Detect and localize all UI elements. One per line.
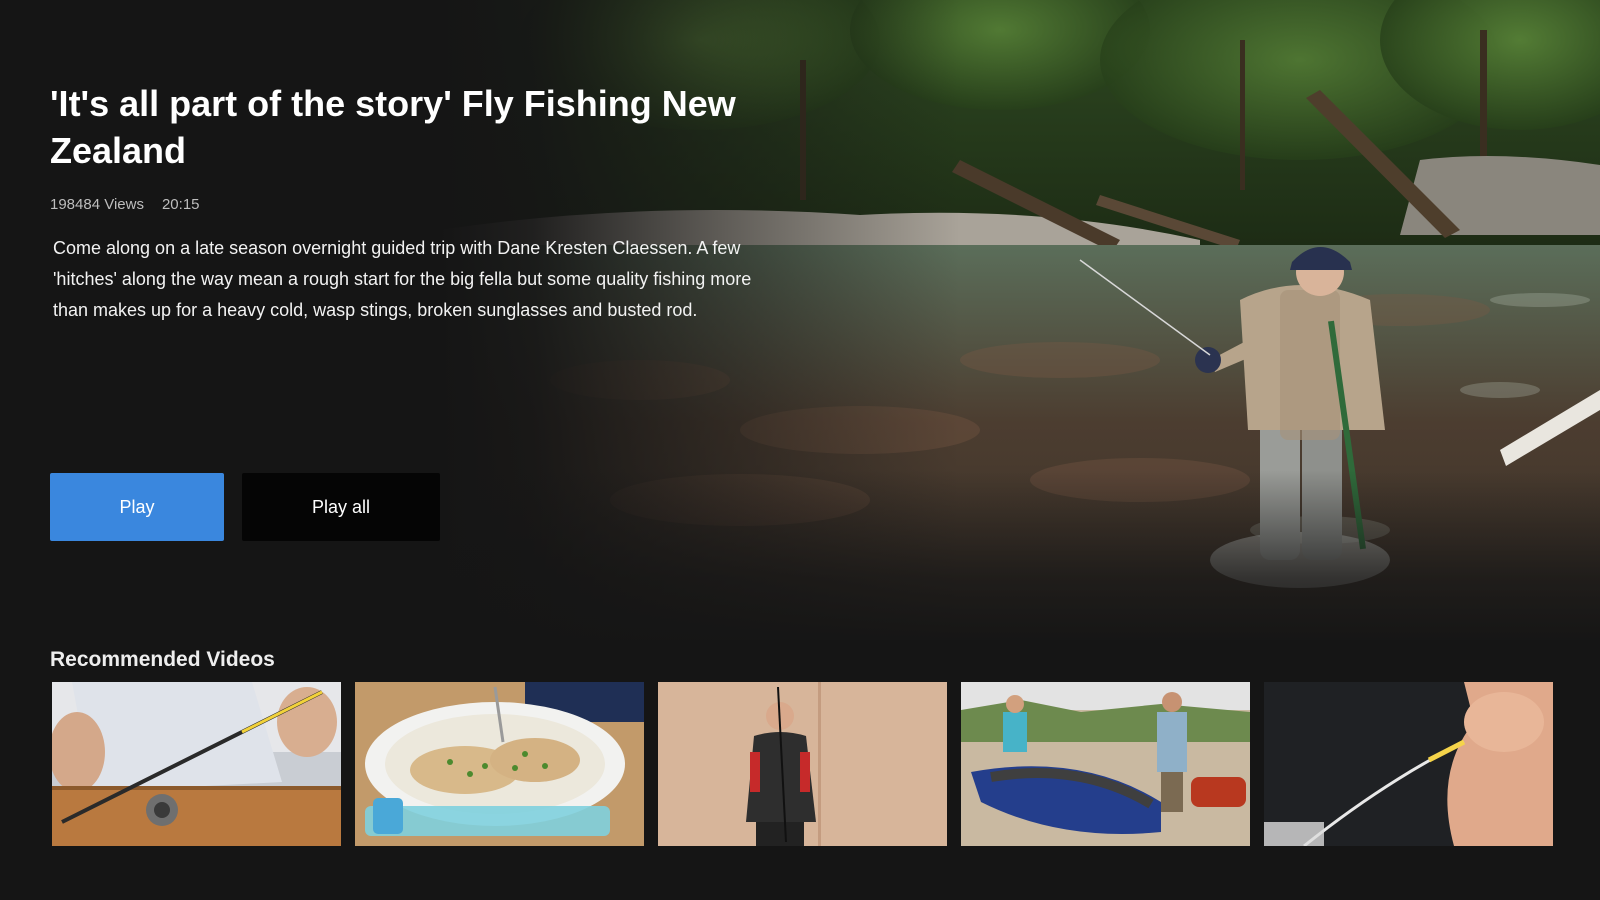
thumbnail-fish-dish-plate[interactable]: [355, 682, 644, 846]
thumbnail-man-casting-indoors[interactable]: [658, 682, 947, 846]
thumbnail-tying-fly-knot[interactable]: [1264, 682, 1553, 846]
video-meta: 198484 Views 20:15: [50, 196, 770, 213]
video-duration: 20:15: [161, 196, 200, 213]
view-count: 198484 Views: [50, 196, 144, 213]
video-description: Come along on a late season overnight gu…: [53, 238, 752, 320]
video-details: 'It's all part of the story' Fly Fishing…: [50, 80, 770, 326]
video-title: 'It's all part of the story' Fly Fishing…: [50, 83, 736, 171]
thumbnail-inflatable-raft-river[interactable]: [961, 682, 1250, 846]
recommended-list: [52, 682, 1553, 846]
action-buttons: Play Play all: [50, 473, 440, 541]
play-all-button[interactable]: Play all: [242, 473, 440, 541]
play-button[interactable]: Play: [50, 473, 224, 541]
video-details-screen: 'It's all part of the story' Fly Fishing…: [0, 0, 1600, 900]
recommended-header: Recommended Videos: [50, 648, 275, 671]
thumbnail-fly-rod-on-bench[interactable]: [52, 682, 341, 846]
